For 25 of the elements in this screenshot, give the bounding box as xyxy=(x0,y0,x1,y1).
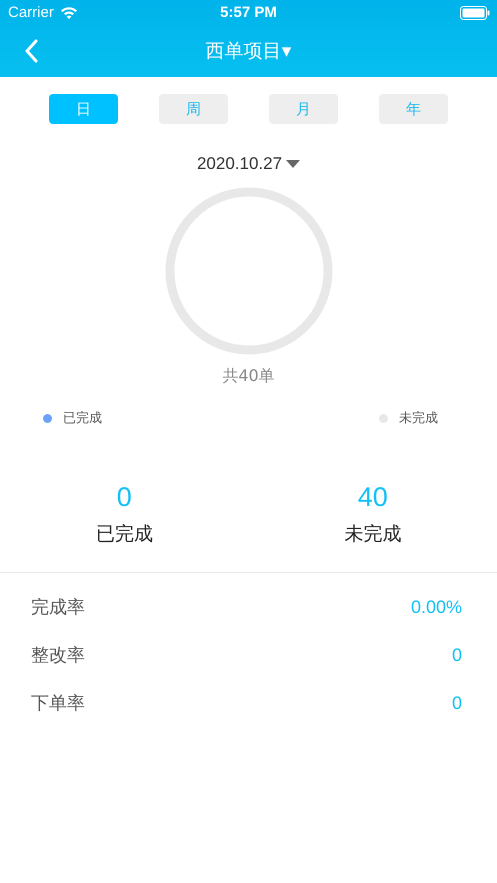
rate-label: 下单率 xyxy=(31,692,85,715)
caret-icon xyxy=(286,160,300,168)
legend-label: 未完成 xyxy=(399,410,438,427)
total-count: 共40单 xyxy=(222,366,275,387)
legend-label: 已完成 xyxy=(63,410,102,427)
date-selector[interactable]: 2020.10.27 xyxy=(196,154,300,174)
rate-value: 0 xyxy=(452,692,462,714)
wifi-icon xyxy=(60,6,78,19)
battery-icon xyxy=(460,6,490,20)
carrier-label: Carrier xyxy=(8,4,54,21)
status-time: 5:57 PM xyxy=(220,4,277,21)
period-tab[interactable]: 月 xyxy=(269,94,338,124)
period-tab[interactable]: 周 xyxy=(159,94,228,124)
period-tab[interactable]: 日 xyxy=(49,94,118,124)
period-tab[interactable]: 年 xyxy=(379,94,448,124)
project-title[interactable]: 西单项目▾ xyxy=(206,38,292,64)
rate-label: 完成率 xyxy=(31,596,85,619)
rate-label: 整改率 xyxy=(31,644,85,667)
rate-value: 0.00% xyxy=(410,596,462,618)
stat-label: 未完成 xyxy=(344,522,402,547)
stat-label: 已完成 xyxy=(96,522,153,547)
back-icon[interactable] xyxy=(24,39,38,63)
stat-value: 40 xyxy=(358,482,388,513)
rate-value: 0 xyxy=(452,644,462,666)
stat-value: 0 xyxy=(116,482,132,513)
